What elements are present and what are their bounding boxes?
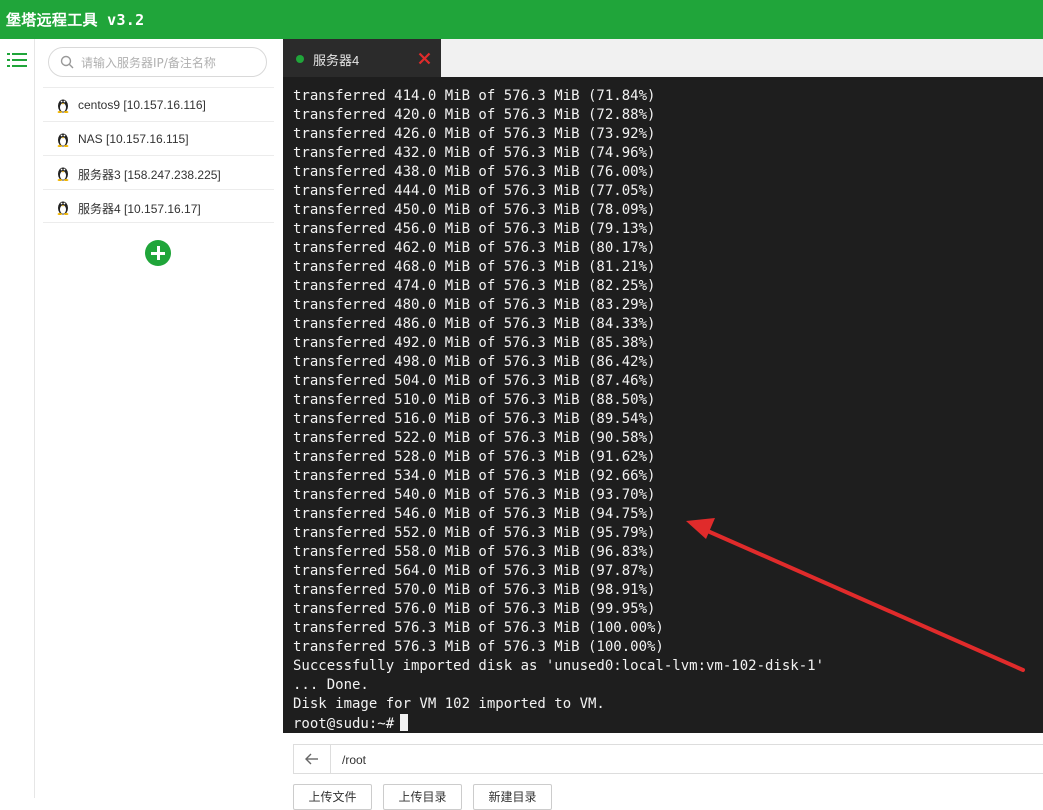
terminal-line: transferred 420.0 MiB of 576.3 MiB (72.8…	[293, 107, 656, 123]
path-bar	[293, 744, 1043, 774]
terminal-line: transferred 498.0 MiB of 576.3 MiB (86.4…	[293, 354, 656, 370]
tab-bar: 服务器4	[283, 39, 1043, 77]
server-label: 服务器3 [158.247.238.225]	[78, 168, 221, 182]
terminal-line: transferred 480.0 MiB of 576.3 MiB (83.2…	[293, 297, 656, 313]
linux-penguin-icon	[57, 201, 69, 215]
search-box	[48, 47, 267, 77]
tab-server4[interactable]: 服务器4	[283, 39, 441, 77]
terminal-line: transferred 504.0 MiB of 576.3 MiB (87.4…	[293, 373, 656, 389]
terminal-line: Disk image for VM 102 imported to VM.	[293, 696, 605, 712]
arrow-left-icon	[305, 753, 318, 765]
icon-bar	[0, 39, 35, 798]
terminal-line: transferred 450.0 MiB of 576.3 MiB (78.0…	[293, 202, 656, 218]
path-input[interactable]	[340, 749, 944, 771]
terminal-cursor	[400, 714, 409, 731]
terminal-line: transferred 546.0 MiB of 576.3 MiB (94.7…	[293, 506, 656, 522]
connected-status-dot	[296, 55, 304, 63]
linux-penguin-icon	[57, 133, 69, 147]
terminal-prompt: root@sudu:~#	[293, 716, 395, 732]
close-icon[interactable]	[418, 52, 431, 65]
server-item[interactable]: 服务器4 [10.157.16.17]	[43, 189, 274, 223]
terminal-line: transferred 432.0 MiB of 576.3 MiB (74.9…	[293, 145, 656, 161]
linux-penguin-icon	[57, 167, 69, 181]
terminal-line: transferred 456.0 MiB of 576.3 MiB (79.1…	[293, 221, 656, 237]
add-server-button[interactable]	[145, 240, 171, 266]
list-icon[interactable]	[7, 51, 27, 69]
terminal-line: transferred 486.0 MiB of 576.3 MiB (84.3…	[293, 316, 656, 332]
terminal-line: transferred 444.0 MiB of 576.3 MiB (77.0…	[293, 183, 656, 199]
terminal-line: transferred 528.0 MiB of 576.3 MiB (91.6…	[293, 449, 656, 465]
linux-penguin-icon	[57, 99, 69, 113]
terminal[interactable]: transferred 414.0 MiB of 576.3 MiB (71.8…	[283, 77, 1043, 733]
terminal-line: transferred 522.0 MiB of 576.3 MiB (90.5…	[293, 430, 656, 446]
terminal-line: transferred 540.0 MiB of 576.3 MiB (93.7…	[293, 487, 656, 503]
search-input[interactable]	[79, 52, 263, 74]
server-label: 服务器4 [10.157.16.17]	[78, 202, 201, 216]
terminal-prompt-line: root@sudu:~#	[293, 714, 409, 733]
new-folder-button[interactable]: 新建目录	[473, 784, 552, 810]
server-item[interactable]: centos9 [10.157.16.116]	[43, 87, 274, 121]
server-item[interactable]: 服务器3 [158.247.238.225]	[43, 155, 274, 189]
file-panel: 上传文件 上传目录 新建目录	[283, 733, 1043, 810]
terminal-line: ... Done.	[293, 677, 369, 693]
server-item[interactable]: NAS [10.157.16.115]	[43, 121, 274, 155]
terminal-output: transferred 414.0 MiB of 576.3 MiB (71.8…	[293, 87, 824, 714]
terminal-line: transferred 438.0 MiB of 576.3 MiB (76.0…	[293, 164, 656, 180]
terminal-line: transferred 474.0 MiB of 576.3 MiB (82.2…	[293, 278, 656, 294]
upload-folder-button[interactable]: 上传目录	[383, 784, 462, 810]
terminal-line: transferred 552.0 MiB of 576.3 MiB (95.7…	[293, 525, 656, 541]
terminal-line: transferred 426.0 MiB of 576.3 MiB (73.9…	[293, 126, 656, 142]
search-icon	[60, 55, 74, 69]
terminal-line: transferred 576.0 MiB of 576.3 MiB (99.9…	[293, 601, 656, 617]
terminal-line: transferred 576.3 MiB of 576.3 MiB (100.…	[293, 620, 664, 636]
terminal-line: transferred 414.0 MiB of 576.3 MiB (71.8…	[293, 88, 656, 104]
server-label: centos9 [10.157.16.116]	[78, 98, 206, 112]
tab-label: 服务器4	[313, 53, 360, 68]
upload-file-button[interactable]: 上传文件	[293, 784, 372, 810]
terminal-line: transferred 510.0 MiB of 576.3 MiB (88.5…	[293, 392, 656, 408]
terminal-line: transferred 534.0 MiB of 576.3 MiB (92.6…	[293, 468, 656, 484]
terminal-line: transferred 492.0 MiB of 576.3 MiB (85.3…	[293, 335, 656, 351]
back-button[interactable]	[294, 745, 331, 773]
terminal-line: transferred 558.0 MiB of 576.3 MiB (96.8…	[293, 544, 656, 560]
terminal-line: transferred 564.0 MiB of 576.3 MiB (97.8…	[293, 563, 656, 579]
title-bar: 堡塔远程工具 v3.2	[0, 0, 1043, 39]
terminal-line: transferred 570.0 MiB of 576.3 MiB (98.9…	[293, 582, 656, 598]
server-list: centos9 [10.157.16.116] NAS [10.157.16.1…	[43, 87, 274, 223]
terminal-line: Successfully imported disk as 'unused0:l…	[293, 658, 825, 674]
terminal-line: transferred 468.0 MiB of 576.3 MiB (81.2…	[293, 259, 656, 275]
terminal-line: transferred 516.0 MiB of 576.3 MiB (89.5…	[293, 411, 656, 427]
server-label: NAS [10.157.16.115]	[78, 132, 189, 146]
app-title: 堡塔远程工具 v3.2	[6, 11, 145, 29]
terminal-line: transferred 576.3 MiB of 576.3 MiB (100.…	[293, 639, 664, 655]
terminal-line: transferred 462.0 MiB of 576.3 MiB (80.1…	[293, 240, 656, 256]
server-sidebar: centos9 [10.157.16.116] NAS [10.157.16.1…	[35, 39, 283, 798]
